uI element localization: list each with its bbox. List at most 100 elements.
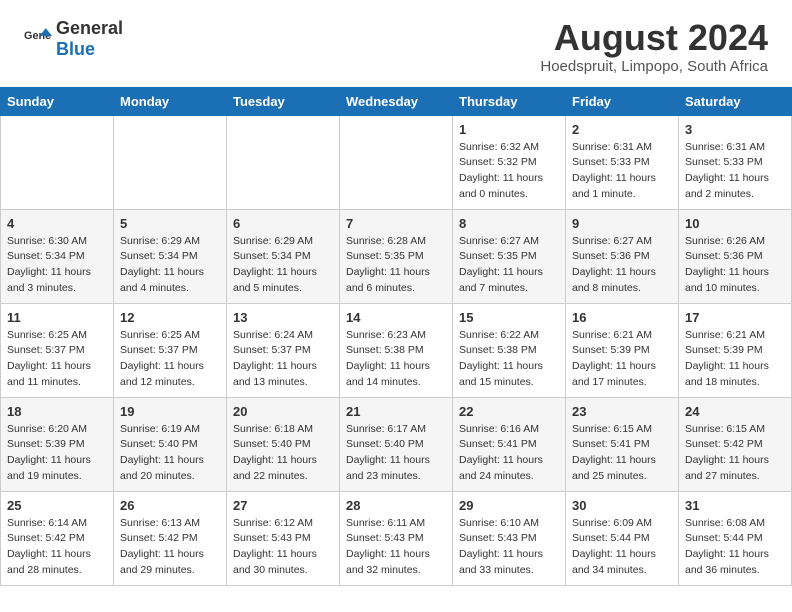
day-number: 22	[459, 404, 559, 419]
weekday-header-sunday: Sunday	[1, 87, 114, 115]
day-number: 31	[685, 498, 785, 513]
day-number: 17	[685, 310, 785, 325]
day-info: Sunrise: 6:26 AMSunset: 5:36 PMDaylight:…	[685, 234, 785, 297]
day-cell: 1 Sunrise: 6:32 AMSunset: 5:32 PMDaylight…	[453, 115, 566, 209]
week-row-3: 11 Sunrise: 6:25 AMSunset: 5:37 PMDayligh…	[1, 303, 792, 397]
day-cell	[114, 115, 227, 209]
day-cell: 8Sunrise: 6:27 AMSunset: 5:35 PMDaylight…	[453, 209, 566, 303]
weekday-header-row: SundayMondayTuesdayWednesdayThursdayFrid…	[1, 87, 792, 115]
day-cell: 27Sunrise: 6:12 AMSunset: 5:43 PMDayligh…	[227, 491, 340, 585]
day-cell: 31 Sunrise: 6:08 AMSunset: 5:44 PMDayligh…	[679, 491, 792, 585]
week-row-2: 4 Sunrise: 6:30 AMSunset: 5:34 PMDaylight…	[1, 209, 792, 303]
day-cell: 20 Sunrise: 6:18 AMSunset: 5:40 PMDayligh…	[227, 397, 340, 491]
day-info: Sunrise: 6:13 AMSunset: 5:42 PMDaylight:…	[120, 516, 220, 579]
day-info: Sunrise: 6:29 AMSunset: 5:34 PMDaylight:…	[233, 234, 333, 297]
day-info: Sunrise: 6:17 AMSunset: 5:40 PMDaylight:…	[346, 422, 446, 485]
day-number: 6	[233, 216, 333, 231]
day-number: 28	[346, 498, 446, 513]
day-info: Sunrise: 6:18 AMSunset: 5:40 PMDaylight:…	[233, 422, 333, 485]
day-number: 5	[120, 216, 220, 231]
day-info: Sunrise: 6:25 AMSunset: 5:37 PMDaylight:…	[7, 328, 107, 391]
day-info: Sunrise: 6:31 AMSunset: 5:33 PMDaylight:…	[685, 140, 785, 203]
day-number: 21	[346, 404, 446, 419]
day-info: Sunrise: 6:29 AMSunset: 5:34 PMDaylight:…	[120, 234, 220, 297]
day-cell: 11 Sunrise: 6:25 AMSunset: 5:37 PMDayligh…	[1, 303, 114, 397]
main-title: August 2024	[540, 18, 768, 58]
day-cell: 30Sunrise: 6:09 AMSunset: 5:44 PMDayligh…	[566, 491, 679, 585]
logo-general: General	[56, 18, 123, 38]
day-number: 7	[346, 216, 446, 231]
day-cell: 19 Sunrise: 6:19 AMSunset: 5:40 PMDayligh…	[114, 397, 227, 491]
day-cell: 18 Sunrise: 6:20 AMSunset: 5:39 PMDayligh…	[1, 397, 114, 491]
day-info: Sunrise: 6:19 AMSunset: 5:40 PMDaylight:…	[120, 422, 220, 485]
day-cell: 25Sunrise: 6:14 AMSunset: 5:42 PMDayligh…	[1, 491, 114, 585]
week-row-4: 18 Sunrise: 6:20 AMSunset: 5:39 PMDayligh…	[1, 397, 792, 491]
weekday-header-monday: Monday	[114, 87, 227, 115]
day-cell: 21 Sunrise: 6:17 AMSunset: 5:40 PMDayligh…	[340, 397, 453, 491]
weekday-header-friday: Friday	[566, 87, 679, 115]
day-info: Sunrise: 6:15 AMSunset: 5:42 PMDaylight:…	[685, 422, 785, 485]
weekday-header-wednesday: Wednesday	[340, 87, 453, 115]
day-cell: 17 Sunrise: 6:21 AMSunset: 5:39 PMDayligh…	[679, 303, 792, 397]
day-info: Sunrise: 6:08 AMSunset: 5:44 PMDaylight:…	[685, 516, 785, 579]
week-row-5: 25Sunrise: 6:14 AMSunset: 5:42 PMDayligh…	[1, 491, 792, 585]
day-number: 14	[346, 310, 446, 325]
day-info: Sunrise: 6:25 AMSunset: 5:37 PMDaylight:…	[120, 328, 220, 391]
weekday-header-thursday: Thursday	[453, 87, 566, 115]
day-info: Sunrise: 6:21 AMSunset: 5:39 PMDaylight:…	[572, 328, 672, 391]
day-number: 23	[572, 404, 672, 419]
day-number: 27	[233, 498, 333, 513]
day-info: Sunrise: 6:21 AMSunset: 5:39 PMDaylight:…	[685, 328, 785, 391]
day-cell	[1, 115, 114, 209]
subtitle: Hoedspruit, Limpopo, South Africa	[540, 58, 768, 75]
day-number: 12	[120, 310, 220, 325]
day-number: 20	[233, 404, 333, 419]
day-number: 4	[7, 216, 107, 231]
day-info: Sunrise: 6:14 AMSunset: 5:42 PMDaylight:…	[7, 516, 107, 579]
day-cell: 5 Sunrise: 6:29 AMSunset: 5:34 PMDaylight…	[114, 209, 227, 303]
day-info: Sunrise: 6:31 AMSunset: 5:33 PMDaylight:…	[572, 140, 672, 203]
day-info: Sunrise: 6:16 AMSunset: 5:41 PMDaylight:…	[459, 422, 559, 485]
day-cell: 9Sunrise: 6:27 AMSunset: 5:36 PMDaylight…	[566, 209, 679, 303]
day-info: Sunrise: 6:23 AMSunset: 5:38 PMDaylight:…	[346, 328, 446, 391]
week-row-1: 1 Sunrise: 6:32 AMSunset: 5:32 PMDaylight…	[1, 115, 792, 209]
day-cell: 12 Sunrise: 6:25 AMSunset: 5:37 PMDayligh…	[114, 303, 227, 397]
title-block: August 2024 Hoedspruit, Limpopo, South A…	[540, 18, 768, 75]
day-number: 15	[459, 310, 559, 325]
day-info: Sunrise: 6:15 AMSunset: 5:41 PMDaylight:…	[572, 422, 672, 485]
day-info: Sunrise: 6:27 AMSunset: 5:35 PMDaylight:…	[459, 234, 559, 297]
calendar-table: SundayMondayTuesdayWednesdayThursdayFrid…	[0, 87, 792, 586]
logo-icon: Gene	[24, 25, 52, 53]
day-cell	[227, 115, 340, 209]
day-cell	[340, 115, 453, 209]
day-cell: 7 Sunrise: 6:28 AMSunset: 5:35 PMDaylight…	[340, 209, 453, 303]
day-cell: 2Sunrise: 6:31 AMSunset: 5:33 PMDaylight…	[566, 115, 679, 209]
day-cell: 6 Sunrise: 6:29 AMSunset: 5:34 PMDaylight…	[227, 209, 340, 303]
day-info: Sunrise: 6:24 AMSunset: 5:37 PMDaylight:…	[233, 328, 333, 391]
day-number: 19	[120, 404, 220, 419]
day-info: Sunrise: 6:30 AMSunset: 5:34 PMDaylight:…	[7, 234, 107, 297]
day-number: 9	[572, 216, 672, 231]
day-cell: 23 Sunrise: 6:15 AMSunset: 5:41 PMDayligh…	[566, 397, 679, 491]
day-info: Sunrise: 6:10 AMSunset: 5:43 PMDaylight:…	[459, 516, 559, 579]
day-info: Sunrise: 6:20 AMSunset: 5:39 PMDaylight:…	[7, 422, 107, 485]
day-number: 24	[685, 404, 785, 419]
day-number: 26	[120, 498, 220, 513]
day-cell: 28 Sunrise: 6:11 AMSunset: 5:43 PMDayligh…	[340, 491, 453, 585]
day-info: Sunrise: 6:28 AMSunset: 5:35 PMDaylight:…	[346, 234, 446, 297]
day-cell: 26 Sunrise: 6:13 AMSunset: 5:42 PMDayligh…	[114, 491, 227, 585]
day-number: 18	[7, 404, 107, 419]
day-info: Sunrise: 6:11 AMSunset: 5:43 PMDaylight:…	[346, 516, 446, 579]
page-header: Gene General Blue August 2024 Hoedspruit…	[0, 0, 792, 83]
day-cell: 3Sunrise: 6:31 AMSunset: 5:33 PMDaylight…	[679, 115, 792, 209]
day-cell: 15 Sunrise: 6:22 AMSunset: 5:38 PMDayligh…	[453, 303, 566, 397]
day-number: 1	[459, 122, 559, 137]
day-number: 11	[7, 310, 107, 325]
day-info: Sunrise: 6:32 AMSunset: 5:32 PMDaylight:…	[459, 140, 559, 203]
day-cell: 10Sunrise: 6:26 AMSunset: 5:36 PMDayligh…	[679, 209, 792, 303]
day-number: 29	[459, 498, 559, 513]
day-number: 16	[572, 310, 672, 325]
day-cell: 14 Sunrise: 6:23 AMSunset: 5:38 PMDayligh…	[340, 303, 453, 397]
day-cell: 29 Sunrise: 6:10 AMSunset: 5:43 PMDayligh…	[453, 491, 566, 585]
day-info: Sunrise: 6:22 AMSunset: 5:38 PMDaylight:…	[459, 328, 559, 391]
